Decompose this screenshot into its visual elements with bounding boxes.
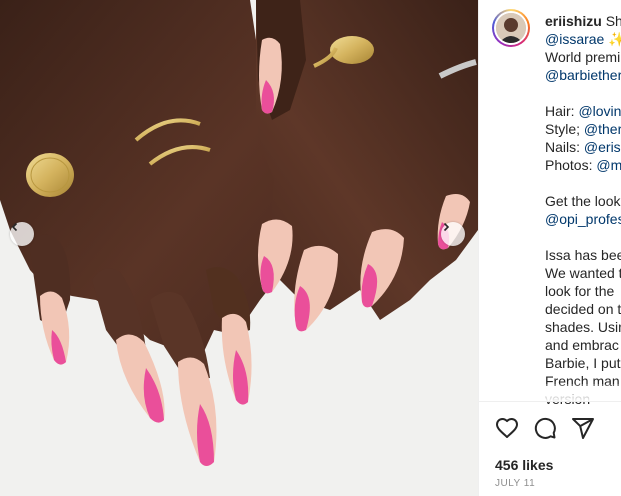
caption-text: Issa has bee bbox=[545, 247, 621, 263]
caption-line: Issa has bee bbox=[545, 246, 621, 264]
caption-text: Get the look bbox=[545, 193, 621, 209]
mention-link[interactable]: @erisl bbox=[584, 139, 621, 155]
caption-line: @barbiether bbox=[545, 66, 621, 84]
caption-line: @opi_profes bbox=[545, 210, 621, 228]
story-ring[interactable] bbox=[492, 9, 530, 47]
caption-line: Photos: @m bbox=[545, 156, 621, 174]
caption-text: We wanted t bbox=[545, 265, 621, 281]
chevron-left-icon bbox=[11, 222, 18, 232]
post-side-panel: eriishizu Sh @issarae ✨ World premi @barbi… bbox=[478, 0, 621, 496]
post-caption: eriishizu Sh @issarae ✨ World premi @barbi… bbox=[545, 12, 621, 408]
caption-line: Get the look bbox=[545, 192, 621, 210]
caption-header: eriishizu Sh bbox=[545, 12, 621, 30]
avatar[interactable] bbox=[496, 13, 526, 43]
caption-text: shades. Usin bbox=[545, 319, 621, 335]
caption-line: @issarae ✨ bbox=[545, 30, 621, 48]
caption-text: World premi bbox=[545, 49, 621, 65]
likes-count[interactable]: 456 likes bbox=[495, 457, 553, 473]
nail-photo bbox=[0, 0, 478, 496]
caption-line: and embrac bbox=[545, 336, 621, 354]
caption-line: Nails: @erisl bbox=[545, 138, 621, 156]
caption-text: Barbie, I put bbox=[545, 355, 621, 371]
mention-link[interactable]: @issarae ✨ bbox=[545, 31, 621, 47]
caption-line: decided on t bbox=[545, 300, 621, 318]
heart-icon[interactable] bbox=[495, 416, 519, 440]
caption-body: @issarae ✨ World premi @barbiether Hair: @l… bbox=[545, 30, 621, 408]
post-date: JULY 11 bbox=[495, 478, 536, 489]
mention-link[interactable]: @opi_profes bbox=[545, 211, 621, 227]
caption-line: Barbie, I put bbox=[545, 354, 621, 372]
caption-line: Style; @ther bbox=[545, 120, 621, 138]
caption-line: We wanted t bbox=[545, 264, 621, 282]
divider bbox=[479, 401, 621, 402]
carousel-next-button[interactable] bbox=[441, 222, 465, 246]
caption-line: Hair: @lovin bbox=[545, 102, 621, 120]
caption-label: Hair: bbox=[545, 103, 579, 119]
mention-link[interactable]: @lovin bbox=[578, 103, 621, 119]
caption-header-text: Sh bbox=[605, 13, 621, 29]
mention-link[interactable]: @barbiether bbox=[545, 67, 621, 83]
caption-line: shades. Usin bbox=[545, 318, 621, 336]
caption-line: look for the bbox=[545, 282, 621, 300]
caption-label: Nails: bbox=[545, 139, 584, 155]
chevron-right-icon bbox=[443, 222, 450, 232]
post-media bbox=[0, 0, 478, 496]
username-link[interactable]: eriishizu bbox=[545, 13, 602, 29]
mention-link[interactable]: @m bbox=[596, 157, 621, 173]
caption-label: Photos: bbox=[545, 157, 597, 173]
caption-text: decided on t bbox=[545, 301, 621, 317]
caption-fade bbox=[479, 384, 621, 402]
caption-label: Style; bbox=[545, 121, 584, 137]
comment-icon[interactable] bbox=[533, 416, 557, 440]
caption-text: look for the bbox=[545, 283, 615, 299]
carousel-prev-button[interactable] bbox=[10, 222, 34, 246]
caption-text: and embrac bbox=[545, 337, 619, 353]
share-icon[interactable] bbox=[571, 416, 595, 440]
mention-link[interactable]: @ther bbox=[584, 121, 621, 137]
caption-line: World premi bbox=[545, 48, 621, 66]
action-bar bbox=[495, 416, 595, 440]
